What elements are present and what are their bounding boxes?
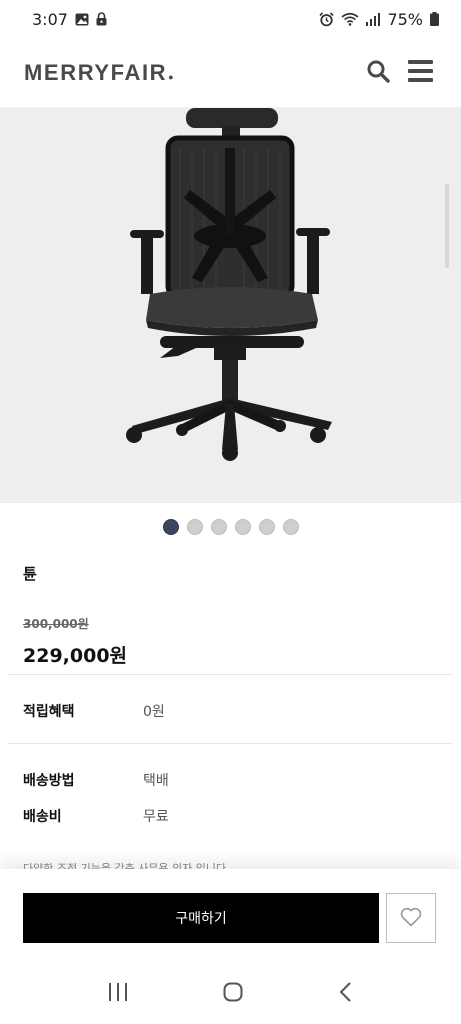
brand-mark: ● [168, 71, 176, 82]
gallery-dot[interactable] [186, 519, 203, 535]
menu-icon[interactable] [408, 59, 433, 86]
heart-icon [400, 907, 422, 930]
product-name: 튠 [23, 565, 37, 583]
points-value: 0원 [143, 704, 165, 720]
gallery-dot[interactable] [162, 519, 179, 535]
shipping-fee-value: 무료 [143, 809, 169, 825]
home-icon[interactable] [223, 982, 243, 1006]
signal-icon [366, 12, 381, 26]
sale-price: 229,000원 [23, 645, 128, 667]
status-bar: 3:07 75% [0, 0, 461, 38]
battery-percent: 75% [387, 9, 423, 29]
site-header: MERRYFAIR● [0, 38, 461, 108]
divider [8, 743, 453, 744]
alarm-icon [319, 11, 335, 27]
page-scrollbar[interactable] [445, 184, 449, 268]
gallery-dot[interactable] [258, 519, 275, 535]
points-row: 적립혜택 0원 [23, 701, 165, 721]
purchase-bar: 구매하기 [0, 869, 461, 964]
gallery-dot[interactable] [282, 519, 299, 535]
divider [8, 674, 453, 675]
buy-button[interactable]: 구매하기 [23, 893, 379, 943]
brand-name: MERRYFAIR [24, 59, 168, 85]
recent-apps-icon[interactable] [108, 983, 128, 1005]
status-time: 3:07 [32, 9, 68, 29]
system-navigation-bar [0, 964, 461, 1024]
shipping-fee-label: 배송비 [23, 809, 62, 825]
lock-icon [96, 12, 107, 26]
back-icon[interactable] [339, 982, 353, 1006]
wifi-icon [341, 12, 359, 26]
brand-logo[interactable]: MERRYFAIR● [24, 60, 175, 86]
gallery-dot[interactable] [210, 519, 227, 535]
original-price: 300,000원 [23, 617, 89, 631]
product-image[interactable] [0, 108, 461, 503]
gallery-icon [75, 13, 89, 26]
shipping-method-value: 택배 [143, 773, 169, 789]
gallery-pagination [0, 519, 461, 535]
search-icon[interactable] [366, 59, 390, 87]
office-chair-illustration [126, 108, 332, 461]
wishlist-button[interactable] [386, 893, 436, 943]
shipping-method-label: 배송방법 [23, 773, 75, 789]
gallery-dot[interactable] [234, 519, 251, 535]
points-label: 적립혜택 [23, 704, 75, 720]
shipping-method-row: 배송방법 택배 [23, 770, 169, 790]
shipping-fee-row: 배송비 무료 [23, 806, 169, 826]
battery-icon [430, 12, 439, 26]
